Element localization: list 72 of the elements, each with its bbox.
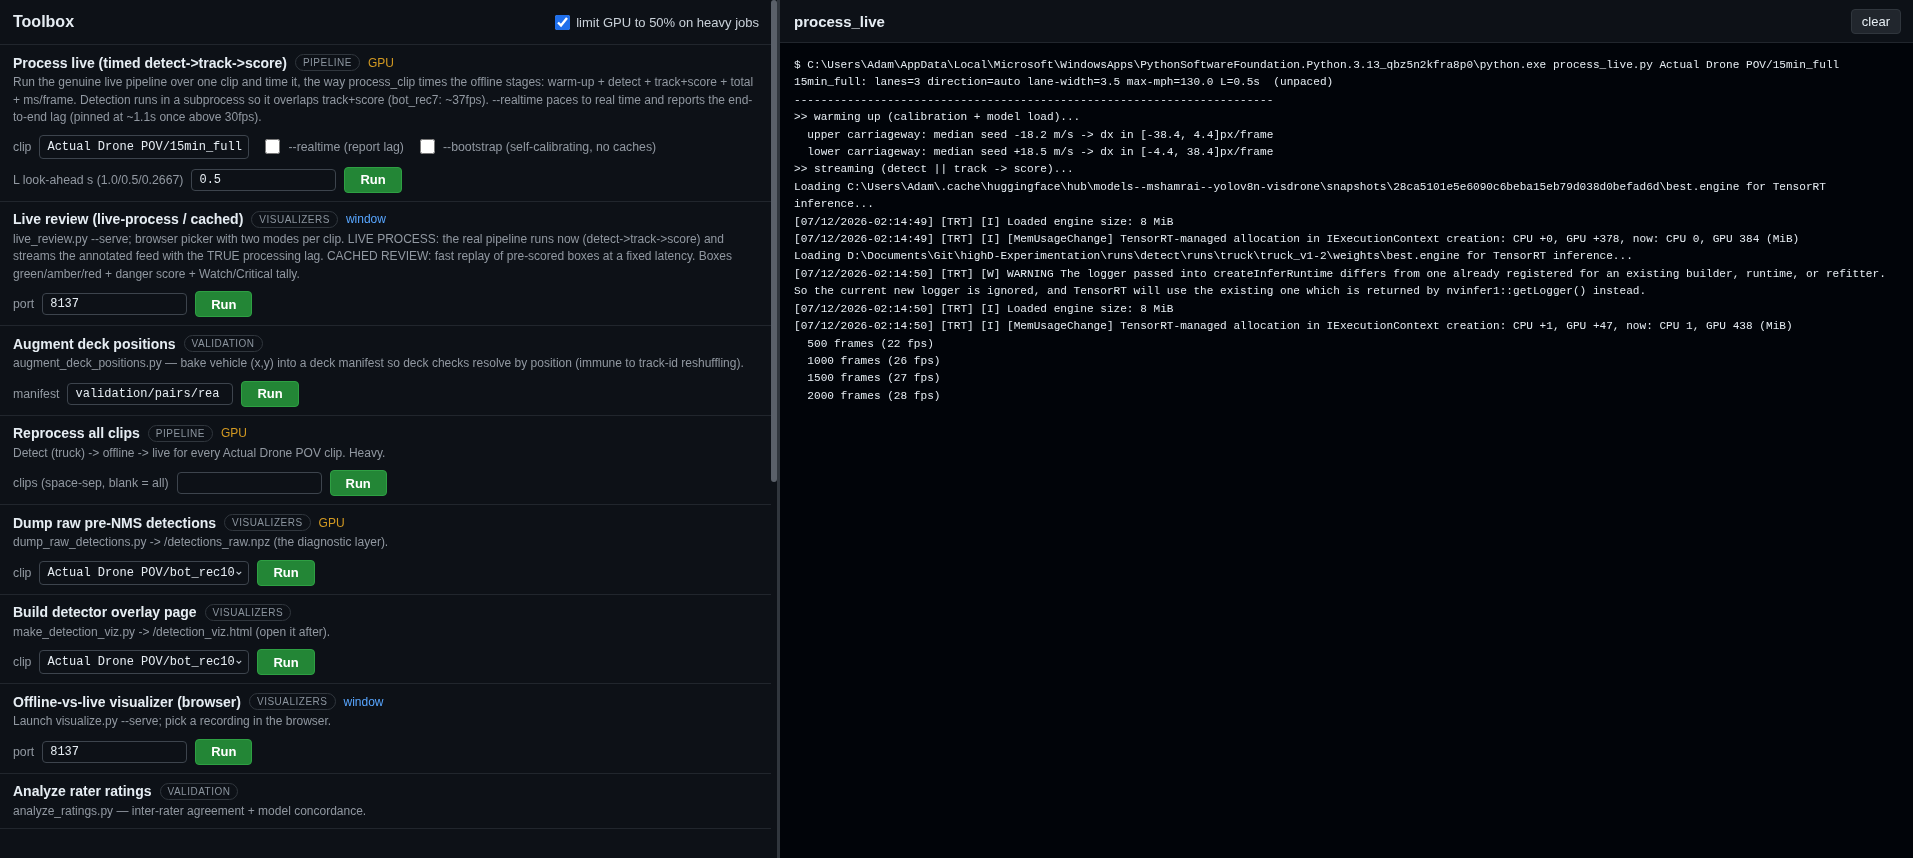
tool-title: Augment deck positions xyxy=(13,335,176,352)
field-label: L look-ahead s (1.0/0.5/0.2667) xyxy=(13,172,184,187)
log-line: 2000 frames (28 fps) xyxy=(806,388,942,404)
scrollbar-thumb[interactable] xyxy=(771,0,777,482)
log-line: 1000 frames (26 fps) xyxy=(806,353,942,369)
clear-button[interactable]: clear xyxy=(1850,8,1901,34)
log-line: ------------------------------------------------------------------------ xyxy=(794,92,1275,108)
log-line: lower carriageway: median seed +18.5 m/s -> dx in [-4.4, 38.4]px/frame xyxy=(806,145,1275,161)
tool-title: Dump raw pre-NMS detections xyxy=(13,514,217,531)
field-label: clip xyxy=(13,139,32,154)
log-line: >> warming up (calibration + model load)... xyxy=(794,110,1082,126)
checkbox-label: limit GPU to 50% on heavy jobs xyxy=(576,14,759,30)
panel-title: Toolbox xyxy=(13,13,75,31)
run-button[interactable]: Run xyxy=(195,291,253,317)
field-label: clip xyxy=(13,565,32,580)
clip-select[interactable]: Actual Drone POV/15min_full xyxy=(39,134,250,159)
checkbox[interactable] xyxy=(555,14,571,30)
tool-description: Detect (truck) -> offline -> live for every Actual Drone POV clip. Heavy. xyxy=(13,444,387,462)
clip-select[interactable]: Actual Drone POV/bot_rec10 xyxy=(39,650,250,674)
log-line: >> streaming (detect || track -> score)... xyxy=(794,162,1075,178)
clip-select[interactable]: Actual Drone POV/bot_rec10 xyxy=(39,560,250,585)
window-label: window xyxy=(345,212,386,226)
checkbox-label: --bootstrap (self-calibrating, no caches) xyxy=(442,139,657,154)
tool-description: analyze_ratings.py — inter-rater agreement + model concordance. xyxy=(13,802,368,820)
log-line: 500 frames (22 fps) xyxy=(806,336,935,352)
gpu-label: GPU xyxy=(367,55,394,70)
input-field[interactable]: 0.5 xyxy=(191,168,337,191)
gpu-label: GPU xyxy=(220,426,247,440)
log-line: upper carriageway: median seed -18.2 m/s -> dx in [-38.4, 4.4]px/frame xyxy=(806,127,1275,143)
gpu-label: GPU xyxy=(318,515,345,530)
input-field[interactable]: 8137 xyxy=(42,293,188,315)
tool-title: Build detector overlay page xyxy=(13,604,197,620)
log-line: 1500 frames (27 fps) xyxy=(806,371,942,387)
input-field[interactable]: validation/pairs/rea xyxy=(67,382,234,405)
log-line: Loading D:\Documents\Git\highD-Experimentation\runs\detect\runs\truck\truck_v1-2\weights\best.engine for TensorRT inference... xyxy=(794,249,1634,265)
tool-description: Launch visualize.py --serve; pick a recording in the browser. xyxy=(13,713,333,730)
tool-description: augment_deck_positions.py — bake vehicle (x,y) into a deck manifest so deck checks resolve by position (immune to track-id reshuffling). xyxy=(13,355,745,372)
tool-description: dump_raw_detections.py -> /detections_raw.npz (the diagnostic layer). xyxy=(13,534,390,551)
log-line: Loading C:\Users\Adam\.cache\huggingface\hub\models--mshamrai--yolov8n-visdrone\snapshots\28ca5101e5e6090c6beba15eb79d038d0befad6d\best.engine for TensorRT inference... xyxy=(794,179,1827,213)
tool-description: live_review.py --serve; browser picker with two modes per clip. LIVE PROCESS: the real pipeline runs now (detect->track->score) and streams the annotated feed with the TRUE processing lag. CACHED REVIEW: fast replay of pre-scored boxes at a fixed latency. Boxes green/amber/red + danger score + Watch/Critical tally. xyxy=(13,230,733,283)
checkbox-label: --realtime (report lag) xyxy=(288,139,404,154)
tool-title: Live review (live-process / cached) xyxy=(13,211,244,227)
run-button[interactable]: Run xyxy=(257,559,315,586)
checkbox[interactable] xyxy=(419,139,435,154)
log-line: [07/12/2026-02:14:50] [TRT] [I] [MemUsageChange] TensorRT-managed allocation in IExecutionContext creation: CPU +1, GPU +47, now: CPU 1, GPU 438 (MiB) xyxy=(794,319,1794,335)
log-line: $ C:\Users\Adam\AppData\Local\Microsoft\WindowsApps\PythonSoftwareFoundation.Python.3.13_qbz5n2kfra8p0\python.exe process_live.py Actual Drone POV/15min_full xyxy=(794,58,1841,73)
log-line: [07/12/2026-02:14:49] [TRT] [I] Loaded engine size: 8 MiB xyxy=(794,214,1175,230)
run-button[interactable]: Run xyxy=(257,649,315,675)
run-button[interactable]: Run xyxy=(344,166,402,193)
tool-description: make_detection_viz.py -> /detection_viz.html (open it after). xyxy=(13,623,332,641)
tool-description: Run the genuine live pipeline over one clip and time it, the way process_clip times the offline stages: warm-up + detect + track+score + total + ms/frame. Detection runs in a subprocess so it overlaps track+score (bot_rec7: ~37fps). --realtime paces to real time and reports the end-to-end lag (pinned at ~1.1s once above 30fps). xyxy=(13,74,755,126)
field-label: manifest xyxy=(13,386,60,401)
console-title: process_live xyxy=(794,12,885,30)
tool-title: Analyze rater ratings xyxy=(13,783,152,799)
window-label: window xyxy=(343,694,384,709)
field-label: clips (space-sep, blank = all) xyxy=(13,476,169,490)
field-label: port xyxy=(13,744,35,759)
log-line: [07/12/2026-02:14:50] [TRT] [I] Loaded engine size: 8 MiB xyxy=(794,301,1175,317)
run-button[interactable]: Run xyxy=(329,470,387,496)
field-label: clip xyxy=(13,655,32,669)
input-field[interactable] xyxy=(176,472,322,494)
log-line: [07/12/2026-02:14:50] [TRT] [W] WARNING The logger passed into createInferRuntime differs from one already registered for an existing builder, runtime, or refitter. So the current new logger is ignored, and TensorRT will use the existing one which is returned by nvinfer1::getLogger() instead. xyxy=(794,266,1887,300)
checkbox[interactable] xyxy=(265,139,281,154)
input-field[interactable]: 8137 xyxy=(42,740,188,763)
log-line: [07/12/2026-02:14:49] [TRT] [I] [MemUsageChange] TensorRT-managed allocation in IExecutionContext creation: CPU +0, GPU +378, now: CPU 0, GPU 384 (MiB) xyxy=(794,232,1801,248)
field-label: port xyxy=(13,297,35,311)
run-button[interactable]: Run xyxy=(195,738,253,765)
tool-title: Offline-vs-live visualizer (browser) xyxy=(13,693,241,710)
tool-title: Reprocess all clips xyxy=(13,425,140,441)
log-line: 15min_full: lanes=3 direction=auto lane-width=3.5 max-mph=130.0 L=0.5s (unpaced) xyxy=(794,75,1335,91)
run-button[interactable]: Run xyxy=(241,380,299,407)
tool-title: Process live (timed detect->track->score) xyxy=(13,54,287,71)
